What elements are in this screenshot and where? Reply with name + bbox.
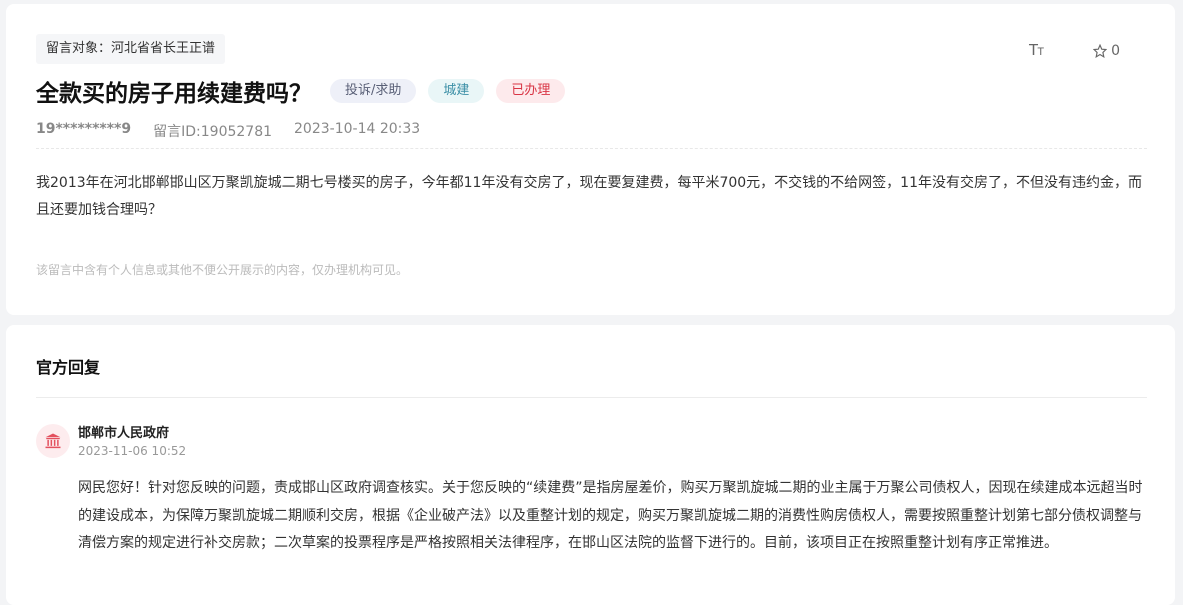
government-building-icon (45, 433, 61, 449)
reply-org-name: 邯郸市人民政府 (78, 426, 170, 441)
avatar (36, 424, 70, 458)
message-target: 留言对象：河北省省长王正谱 (36, 34, 226, 64)
favorite-button[interactable]: 0 (1093, 43, 1120, 59)
reply-section-title: 官方回复 (36, 358, 101, 377)
star-icon (1093, 44, 1108, 58)
message-meta: 19*********9 留言ID:19052781 2023-10-14 20… (36, 121, 420, 141)
status-badge: 已办理 (496, 79, 566, 103)
message-card: 留言对象：河北省省长王正谱 TT 0 全款买的房子用续建费吗？ 投诉/求助 城建… (6, 4, 1175, 315)
message-tools: TT 0 (1029, 42, 1120, 60)
category-tag: 城建 (428, 79, 485, 103)
title-row: 全款买的房子用续建费吗？ 投诉/求助 城建 已办理 (36, 74, 566, 108)
message-content: 我2013年在河北邯郸邯山区万聚凯旋城二期七号楼买的房子，今年都11年没有交房了… (36, 175, 1142, 218)
privacy-note: 该留言中含有个人信息或其他不便公开展示的内容，仅办理机构可见。 (36, 263, 409, 277)
type-tag: 投诉/求助 (330, 79, 417, 103)
reply-content: 网民您好！针对您反映的问题，责成邯山区政府调查核实。关于您反映的“续建费”是指房… (78, 480, 1143, 551)
reply-card: 官方回复 邯郸市人民政府 2023-11-06 10:52 网民您好！针对您反映… (6, 325, 1175, 605)
message-title: 全款买的房子用续建费吗？ (36, 81, 312, 107)
font-size-icon[interactable]: TT (1029, 42, 1044, 60)
divider (36, 148, 1147, 149)
message-id: 留言ID:19052781 (153, 124, 273, 140)
user-id: 19*********9 (36, 121, 132, 137)
reply-datetime: 2023-11-06 10:52 (78, 444, 187, 458)
favorite-count: 0 (1111, 43, 1120, 59)
divider (36, 397, 1147, 398)
message-datetime: 2023-10-14 20:33 (294, 121, 421, 137)
